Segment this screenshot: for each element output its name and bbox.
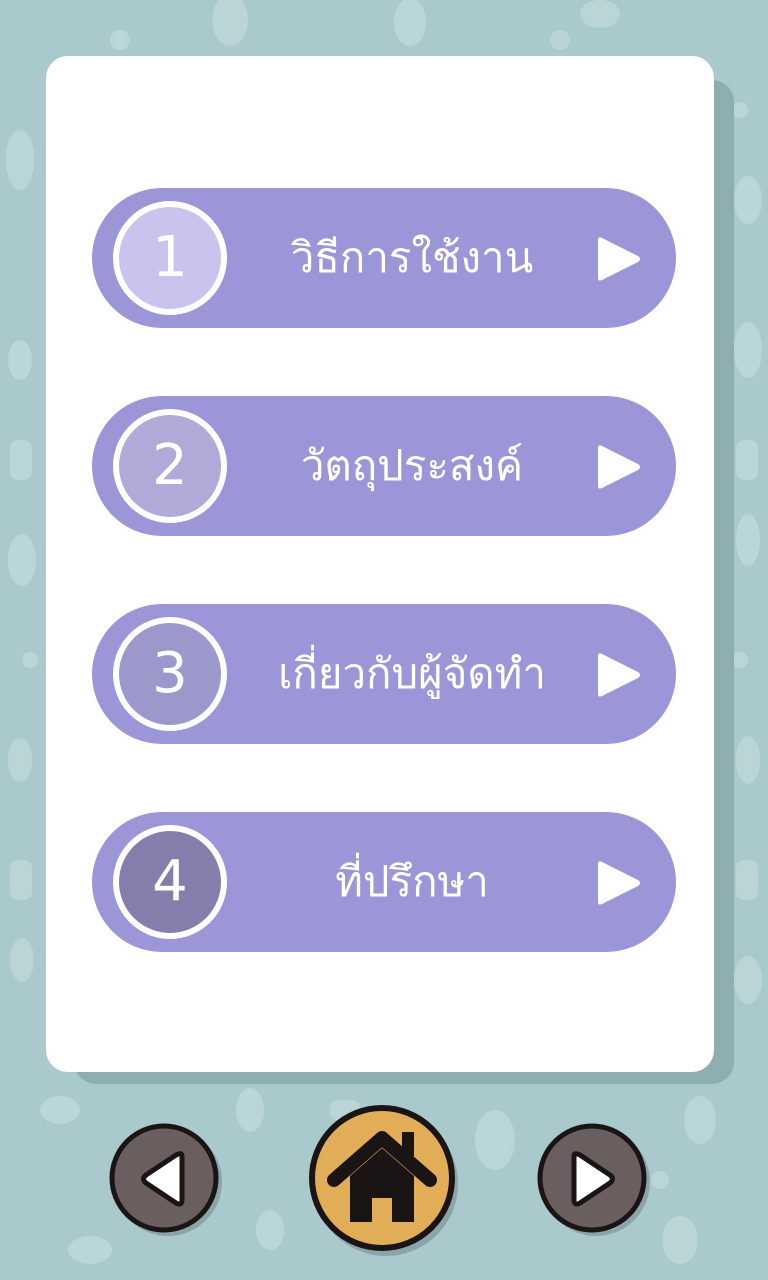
number-text: 1 <box>152 225 188 290</box>
previous-button[interactable] <box>106 1122 230 1238</box>
menu-item-objectives[interactable]: 2 วัตถุประสงค์ <box>92 396 676 536</box>
number-text: 3 <box>152 641 188 706</box>
number-text: 4 <box>152 849 188 914</box>
play-arrow-icon <box>598 653 640 697</box>
menu-item-how-to-use[interactable]: 1 วิธีการใช้งาน <box>92 188 676 328</box>
menu-item-about-authors[interactable]: 3 เกี่ยวกับผู้จัดทำ <box>92 604 676 744</box>
home-button[interactable] <box>304 1102 464 1260</box>
next-button[interactable] <box>530 1122 654 1238</box>
number-badge-3: 3 <box>113 617 227 731</box>
number-badge-4: 4 <box>113 825 227 939</box>
menu-item-label: วิธีการใช้งาน <box>290 233 534 282</box>
play-arrow-icon <box>598 445 640 489</box>
menu-item-label: เกี่ยวกับผู้จัดทำ <box>278 649 546 698</box>
number-badge-1: 1 <box>113 201 227 315</box>
number-text: 2 <box>152 433 188 498</box>
menu-item-label: วัตถุประสงค์ <box>300 441 524 490</box>
number-badge-2: 2 <box>113 409 227 523</box>
play-arrow-icon <box>598 861 640 905</box>
menu-item-label: ที่ปรึกษา <box>335 857 489 906</box>
menu-item-advisors[interactable]: 4 ที่ปรึกษา <box>92 812 676 952</box>
play-arrow-icon <box>598 237 640 281</box>
